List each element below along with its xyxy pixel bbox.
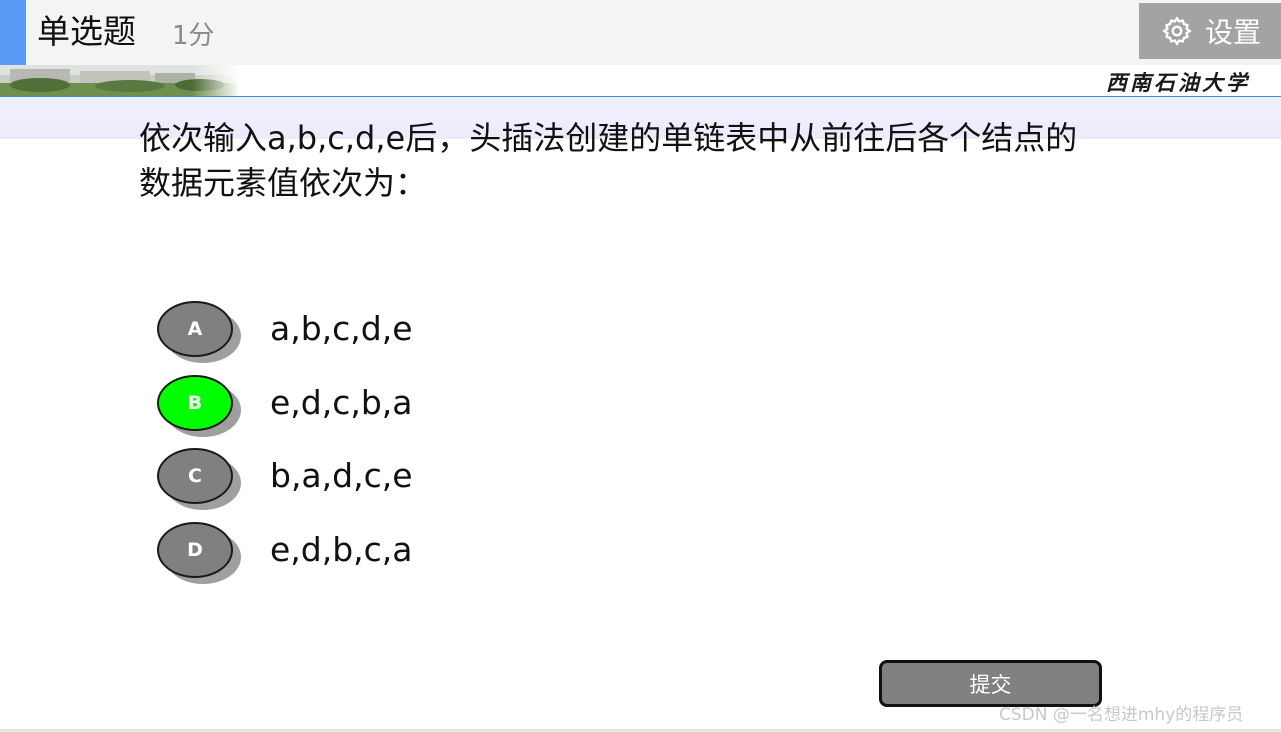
campus-photo [0,65,240,96]
option-b-text: e,d,c,b,a [270,383,413,422]
question-line-1: 依次输入a,b,c,d,e后，头插法创建的单链表中从前往后各个结点的 [139,119,1078,157]
option-c-badge: C [157,448,241,510]
option-b-badge: B [157,375,241,437]
university-logo: 西南石油大学 [1106,70,1250,95]
option-a-badge: A [157,301,241,363]
settings-button[interactable]: 设置 [1139,3,1281,59]
question-score: 1分 [172,21,215,51]
question-line-2: 数据元素值依次为： [139,164,428,202]
option-a-letter: A [157,301,233,357]
option-a-text: a,b,c,d,e [270,309,413,348]
option-b-letter: B [157,375,233,431]
gear-icon [1161,15,1193,47]
question-type-title: 单选题 [37,12,136,51]
option-b[interactable]: B e,d,c,b,a [157,375,657,437]
watermark: CSDN @一名想进mhy的程序员 [999,705,1244,725]
settings-label: 设置 [1205,16,1262,49]
header-accent-bar [0,0,26,65]
option-d[interactable]: D e,d,b,c,a [157,522,657,584]
option-d-letter: D [157,522,233,578]
question-text: 依次输入a,b,c,d,e后，头插法创建的单链表中从前往后各个结点的 数据元素值… [139,116,1199,206]
option-d-badge: D [157,522,241,584]
option-a[interactable]: A a,b,c,d,e [157,301,657,363]
option-c-letter: C [157,448,233,504]
option-c[interactable]: C b,a,d,c,e [157,448,657,510]
option-d-text: e,d,b,c,a [270,530,413,569]
option-c-text: b,a,d,c,e [270,456,413,495]
